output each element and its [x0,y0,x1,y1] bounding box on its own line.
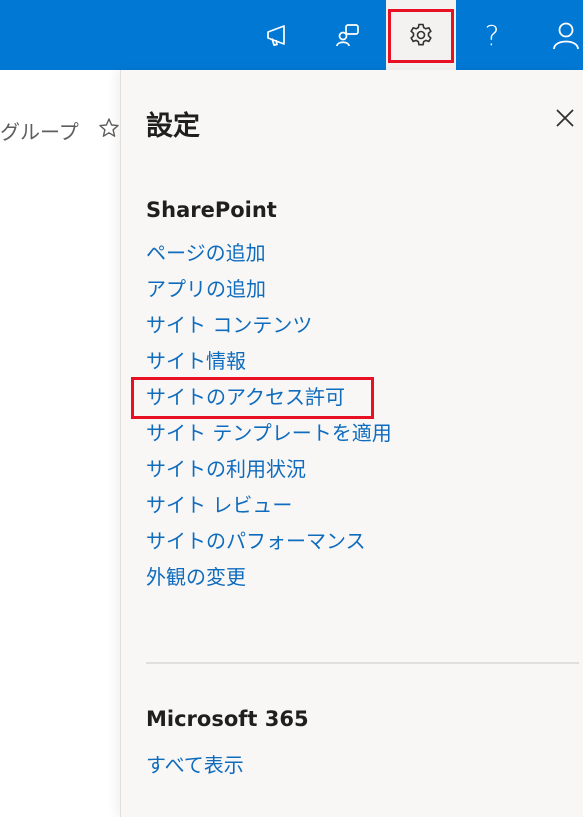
sharepoint-section-title: SharePoint [146,198,277,222]
link-site-review[interactable]: サイト レビュー [146,490,392,526]
show-all-link[interactable]: すべて表示 [146,749,244,778]
feedback-icon[interactable] [326,0,370,70]
star-icon[interactable] [98,117,120,143]
settings-highlight-box [388,9,454,63]
megaphone-icon[interactable] [256,0,300,70]
settings-panel: 設定 SharePoint ページの追加 アプリの追加 サイト コンテンツ サイ… [120,70,583,817]
help-icon: ? [484,18,500,52]
link-change-look[interactable]: 外観の変更 [146,562,392,598]
panel-title: 設定 [146,111,200,142]
profile-icon[interactable] [540,0,583,70]
link-add-app[interactable]: アプリの追加 [146,274,392,310]
help-button[interactable]: ? [470,0,514,70]
link-add-page[interactable]: ページの追加 [146,238,392,274]
link-site-usage[interactable]: サイトの利用状況 [146,454,392,490]
link-apply-site-template[interactable]: サイト テンプレートを適用 [146,418,392,454]
site-title-partial[interactable]: グループ [0,116,79,145]
link-site-performance[interactable]: サイトのパフォーマンス [146,526,392,562]
microsoft365-section-title: Microsoft 365 [146,707,309,731]
permissions-highlight-box [131,377,374,419]
close-icon[interactable] [555,108,575,128]
section-divider [146,662,579,664]
page-background [0,70,120,817]
link-site-contents[interactable]: サイト コンテンツ [146,310,392,346]
suite-header-bar: ? [0,0,583,70]
